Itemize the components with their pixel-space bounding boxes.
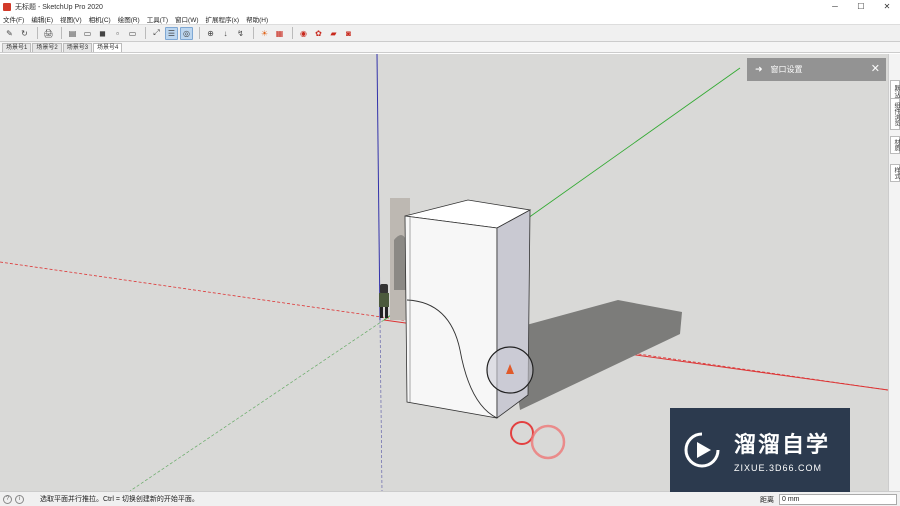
background-image-detail bbox=[394, 235, 406, 290]
toolbar-divider bbox=[37, 27, 38, 39]
window-title: 无标题 - SketchUp Pro 2020 bbox=[15, 3, 103, 11]
menu-camera[interactable]: 相机(C) bbox=[89, 14, 111, 24]
menu-draw[interactable]: 绘图(R) bbox=[118, 14, 140, 24]
toolbar-divider bbox=[292, 27, 293, 39]
orbit-tool-icon[interactable]: ↻ bbox=[18, 27, 31, 40]
status-bar: ? i 选取平面并行推拉。Ctrl = 切换创建新的开始平面。 距离 0 mm bbox=[0, 491, 900, 506]
main-toolbar: ✎ ↻ 🖨 ▤ ▭ ◼ ▫ ▭ ⤢ ☰ ◎ ⊕ ↓ ↯ ☀ ▦ ◉ ✿ ▰ ◙ bbox=[0, 24, 900, 42]
tray-tab-components[interactable]: 组件浏览 bbox=[890, 98, 900, 130]
watermark-url: ZIXUE.3D66.COM bbox=[734, 463, 823, 473]
geolocation-icon[interactable]: ? bbox=[3, 494, 12, 504]
menu-bar: 文件(F) 编辑(E) 视图(V) 相机(C) 绘图(R) 工具(T) 窗口(W… bbox=[0, 13, 900, 24]
section-plane-icon[interactable]: ↯ bbox=[234, 27, 247, 40]
scale-figure-body bbox=[379, 293, 389, 307]
scene-tabs: 场景号1 场景号2 场景号3 场景号4 bbox=[0, 42, 900, 53]
toolbar-divider bbox=[199, 27, 200, 39]
xray-icon[interactable]: ◎ bbox=[180, 26, 193, 40]
toolbar-divider bbox=[253, 27, 254, 39]
view-iso-icon[interactable]: ▤ bbox=[66, 27, 79, 40]
view-front-icon[interactable]: ◼ bbox=[96, 27, 109, 40]
walk-icon[interactable]: ↓ bbox=[219, 27, 232, 40]
arrow-right-icon: ➜ bbox=[755, 64, 763, 74]
menu-edit[interactable]: 编辑(E) bbox=[31, 14, 53, 24]
model-shadow bbox=[508, 300, 682, 410]
menu-extensions[interactable]: 扩展程序(x) bbox=[206, 14, 240, 24]
view-right-icon[interactable]: ▫ bbox=[111, 27, 124, 40]
extension-manager-icon[interactable]: ✿ bbox=[312, 27, 325, 40]
toolbar-divider bbox=[61, 27, 62, 39]
extension-warehouse-icon[interactable]: ◉ bbox=[297, 27, 310, 40]
click-indicator bbox=[510, 421, 534, 445]
scale-figure-leg bbox=[380, 307, 383, 318]
menu-tools[interactable]: 工具(T) bbox=[147, 14, 168, 24]
menu-window[interactable]: 窗口(W) bbox=[175, 14, 198, 24]
green-axis-dashed bbox=[129, 319, 385, 491]
click-indicator bbox=[530, 424, 566, 460]
position-camera-icon[interactable]: ⊕ bbox=[204, 27, 217, 40]
watermark-overlay: 溜溜自学 ZIXUE.3D66.COM bbox=[670, 408, 850, 492]
tray-title: 窗口设置 bbox=[770, 65, 803, 74]
status-hint: 选取平面并行推拉。Ctrl = 切换创建新的开始平面。 bbox=[40, 496, 199, 503]
shadows-icon[interactable]: ☀ bbox=[258, 27, 271, 40]
menu-file[interactable]: 文件(F) bbox=[3, 14, 24, 24]
close-button[interactable]: ✕ bbox=[874, 0, 900, 13]
info-icon[interactable]: i bbox=[15, 494, 24, 504]
tray-tab-styles[interactable]: 样式 bbox=[890, 164, 900, 182]
window-settings-tray[interactable]: ➜ 窗口设置 ✕ bbox=[747, 58, 886, 81]
print-icon[interactable]: 🖨 bbox=[42, 27, 55, 40]
style-builder-icon[interactable]: ◙ bbox=[342, 27, 355, 40]
window-controls: ─ ☐ ✕ bbox=[822, 0, 900, 13]
warehouse-icon[interactable]: ▦ bbox=[273, 27, 286, 40]
blue-axis bbox=[376, 54, 381, 321]
layout-icon[interactable]: ▰ bbox=[327, 27, 340, 40]
view-top-icon[interactable]: ▭ bbox=[81, 27, 94, 40]
menu-view[interactable]: 视图(V) bbox=[60, 14, 82, 24]
play-logo-icon bbox=[684, 432, 720, 468]
watermark-brand: 溜溜自学 bbox=[734, 432, 831, 457]
scale-figure-leg bbox=[385, 307, 388, 318]
scene-tab-1[interactable]: 场景号1 bbox=[2, 43, 32, 52]
close-icon[interactable]: ✕ bbox=[871, 62, 880, 75]
view-back-icon[interactable]: ▭ bbox=[126, 27, 139, 40]
maximize-button[interactable]: ☐ bbox=[848, 0, 874, 13]
scene-tab-4[interactable]: 场景号4 bbox=[93, 43, 123, 52]
toolbar-divider bbox=[145, 27, 146, 39]
select-tool-icon[interactable]: ✎ bbox=[3, 27, 16, 40]
tray-tab-materials[interactable]: 材质 bbox=[890, 136, 900, 154]
measurements-input[interactable]: 0 mm bbox=[779, 494, 897, 505]
scene-tab-3[interactable]: 场景号3 bbox=[62, 43, 93, 52]
menu-help[interactable]: 帮助(H) bbox=[246, 14, 268, 24]
blue-axis-dashed bbox=[379, 319, 383, 491]
scene-tab-2[interactable]: 场景号2 bbox=[32, 43, 62, 52]
box-front-face[interactable] bbox=[404, 215, 498, 419]
sketchup-logo-icon bbox=[3, 2, 11, 11]
measurements-label: 距离 bbox=[760, 497, 774, 504]
right-tray-tabs: 默认面板 组件浏览 材质 样式 bbox=[888, 54, 900, 491]
minimize-button[interactable]: ─ bbox=[822, 0, 848, 13]
scale-figure-head bbox=[380, 284, 388, 294]
layers-icon[interactable]: ☰ bbox=[165, 26, 178, 40]
title-bar: 无标题 - SketchUp Pro 2020 ─ ☐ ✕ bbox=[0, 0, 900, 13]
zoom-extents-icon[interactable]: ⤢ bbox=[150, 27, 163, 40]
watermark-text: 溜溜自学 ZIXUE.3D66.COM bbox=[734, 427, 830, 473]
